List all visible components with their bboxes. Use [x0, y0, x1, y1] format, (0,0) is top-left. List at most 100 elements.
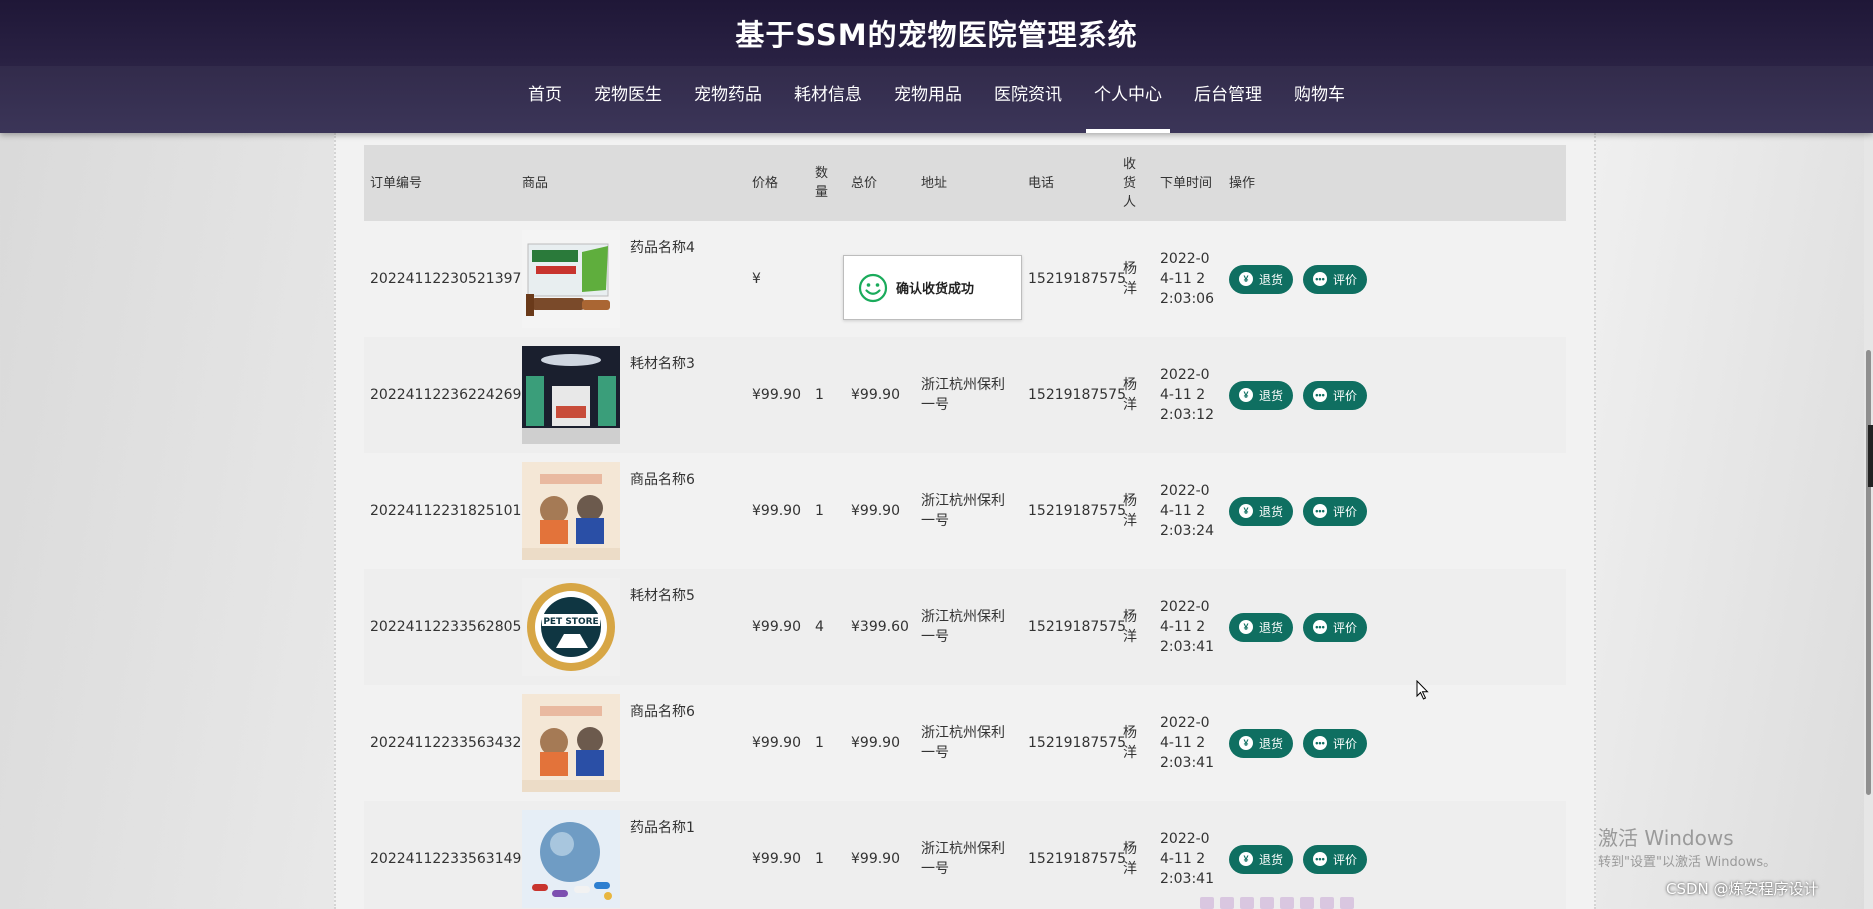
receiver-cell: 杨洋 — [1123, 609, 1137, 645]
goods-name[interactable]: 商品名称6 — [630, 702, 695, 722]
receiver-cell: 杨洋 — [1123, 841, 1137, 877]
nav-item[interactable]: 个人中心 — [1078, 66, 1178, 133]
dog-clothes-image[interactable] — [522, 694, 620, 792]
nav-item[interactable]: 宠物药品 — [678, 66, 778, 133]
goods-name[interactable]: 药品名称1 — [630, 818, 695, 838]
table-header-row: 订单编号 商品 价格 数量 总价 地址 电话 收货人 下单时间 操作 — [364, 145, 1566, 221]
refund-label: 退货 — [1259, 504, 1284, 519]
scrollbar-marker — [1868, 425, 1873, 487]
scrollbar-thumb[interactable] — [1866, 350, 1871, 795]
total-cell: ¥399.60 — [851, 619, 909, 635]
phone-cell: 15219187575 — [1028, 619, 1126, 635]
actions-cell: ¥ 退货 ••• 评价 — [1223, 221, 1566, 337]
goods-name[interactable]: 耗材名称3 — [630, 354, 695, 374]
phone-cell: 15219187575 — [1028, 271, 1126, 287]
refund-button[interactable]: ¥ 退货 — [1229, 844, 1294, 874]
order-no-cell: 20224112233562805471 — [370, 619, 549, 635]
ime-icon — [1200, 897, 1214, 909]
nav-item[interactable]: 宠物医生 — [578, 66, 678, 133]
nav-item[interactable]: 首页 — [512, 66, 578, 133]
refund-label: 退货 — [1259, 620, 1284, 635]
review-button[interactable]: ••• 评价 — [1303, 496, 1368, 526]
main-nav: 首页 宠物医生 宠物药品 耗材信息 宠物用品 医院资讯 个人中心 后台管理 购物车 — [0, 66, 1873, 133]
refund-button[interactable]: ¥ 退货 — [1229, 264, 1294, 294]
review-button[interactable]: ••• 评价 — [1303, 612, 1368, 642]
header-total: 总价 — [851, 175, 878, 191]
review-button[interactable]: ••• 评价 — [1303, 380, 1368, 410]
review-button[interactable]: ••• 评价 — [1303, 728, 1368, 758]
order-time-cell: 2022-04-11 22:03:06 — [1160, 251, 1214, 307]
price-cell: ¥99.90 — [752, 503, 801, 519]
actions-cell: ¥ 退货 ••• 评价 — [1223, 685, 1566, 801]
comment-icon: ••• — [1313, 620, 1328, 634]
qty-cell: 1 — [815, 387, 824, 403]
qty-cell: 4 — [815, 619, 824, 635]
goods-info: 药品名称1 — [522, 810, 740, 908]
nav-item[interactable]: 医院资讯 — [978, 66, 1078, 133]
windows-activation-subtitle: 转到"设置"以激活 Windows。 — [1598, 855, 1777, 870]
goods-cell: 药品名称1 — [516, 801, 746, 909]
input-method-toolbar — [1200, 897, 1390, 909]
goods-cell: 商品名称6 — [516, 685, 746, 801]
medicine-box-image[interactable] — [522, 230, 620, 328]
dog-clothes-image[interactable] — [522, 462, 620, 560]
nav-item[interactable]: 后台管理 — [1178, 66, 1278, 133]
total-cell: ¥99.90 — [851, 735, 900, 751]
total-cell: ¥99.90 — [851, 387, 900, 403]
review-label: 评价 — [1333, 504, 1358, 519]
review-label: 评价 — [1333, 852, 1358, 867]
comment-icon: ••• — [1313, 388, 1328, 402]
actions-cell: ¥ 退货 ••• 评价 — [1223, 801, 1566, 909]
goods-info: 耗材名称3 — [522, 346, 740, 444]
address-cell: 浙江杭州保利一号 — [921, 841, 1005, 877]
csdn-credit: CSDN @炼安程序设计 — [1666, 880, 1819, 898]
ime-icon — [1260, 897, 1274, 909]
yen-icon: ¥ — [1239, 504, 1253, 518]
refund-button[interactable]: ¥ 退货 — [1229, 496, 1294, 526]
site-title: 基于SSM的宠物医院管理系统 — [735, 18, 1138, 52]
order-panel: 订单编号 商品 价格 数量 总价 地址 电话 收货人 下单时间 操作 20224… — [334, 133, 1596, 909]
nav-item[interactable]: 耗材信息 — [778, 66, 878, 133]
pet-store-logo-image[interactable]: PET STORE — [522, 578, 620, 676]
goods-name[interactable]: 药品名称4 — [630, 238, 695, 258]
header-address: 地址 — [921, 175, 948, 191]
receiver-cell: 杨洋 — [1123, 377, 1137, 413]
refund-button[interactable]: ¥ 退货 — [1229, 380, 1294, 410]
success-toast: 确认收货成功 — [843, 255, 1022, 320]
review-button[interactable]: ••• 评价 — [1303, 264, 1368, 294]
refund-button[interactable]: ¥ 退货 — [1229, 728, 1294, 758]
qty-cell: 1 — [815, 735, 824, 751]
price-cell: ¥99.90 — [752, 735, 801, 751]
goods-cell: 商品名称6 — [516, 453, 746, 569]
yen-icon: ¥ — [1239, 620, 1253, 634]
order-time-cell: 2022-04-11 22:03:24 — [1160, 483, 1214, 539]
refund-button[interactable]: ¥ 退货 — [1229, 612, 1294, 642]
review-label: 评价 — [1333, 736, 1358, 751]
goods-name[interactable]: 耗材名称5 — [630, 586, 695, 606]
goods-name[interactable]: 商品名称6 — [630, 470, 695, 490]
nav-item[interactable]: 购物车 — [1278, 66, 1361, 133]
comment-icon: ••• — [1313, 736, 1328, 750]
goods-cell: 耗材名称3 — [516, 337, 746, 453]
table-row: 20224112231825101767 商品名称6 ¥99.90 1 ¥99.90 浙江… — [364, 453, 1566, 569]
actions-cell: ¥ 退货 ••• 评价 — [1223, 453, 1566, 569]
goods-cell: PET STORE 耗材名称5 — [516, 569, 746, 685]
actions-cell: ¥ 退货 ••• 评价 — [1223, 337, 1566, 453]
refund-label: 退货 — [1259, 852, 1284, 867]
comment-icon: ••• — [1313, 504, 1328, 518]
address-cell: 浙江杭州保利一号 — [921, 725, 1005, 761]
receiver-cell: 杨洋 — [1123, 493, 1137, 529]
nav-item[interactable]: 宠物用品 — [878, 66, 978, 133]
yen-icon: ¥ — [1239, 736, 1253, 750]
phone-cell: 15219187575 — [1028, 387, 1126, 403]
review-label: 评价 — [1333, 272, 1358, 287]
table-row: 20224112233563149772 药品名称1 ¥99.90 1 ¥99.90 浙江… — [364, 801, 1566, 909]
review-button[interactable]: ••• 评价 — [1303, 844, 1368, 874]
qty-cell: 1 — [815, 851, 824, 867]
header-order-no: 订单编号 — [370, 175, 423, 191]
order-time-cell: 2022-04-11 22:03:12 — [1160, 367, 1214, 423]
order-time-cell: 2022-04-11 22:03:41 — [1160, 715, 1214, 771]
clinic-interior-image[interactable] — [522, 346, 620, 444]
globe-pills-image[interactable] — [522, 810, 620, 908]
comment-icon: ••• — [1313, 852, 1328, 866]
